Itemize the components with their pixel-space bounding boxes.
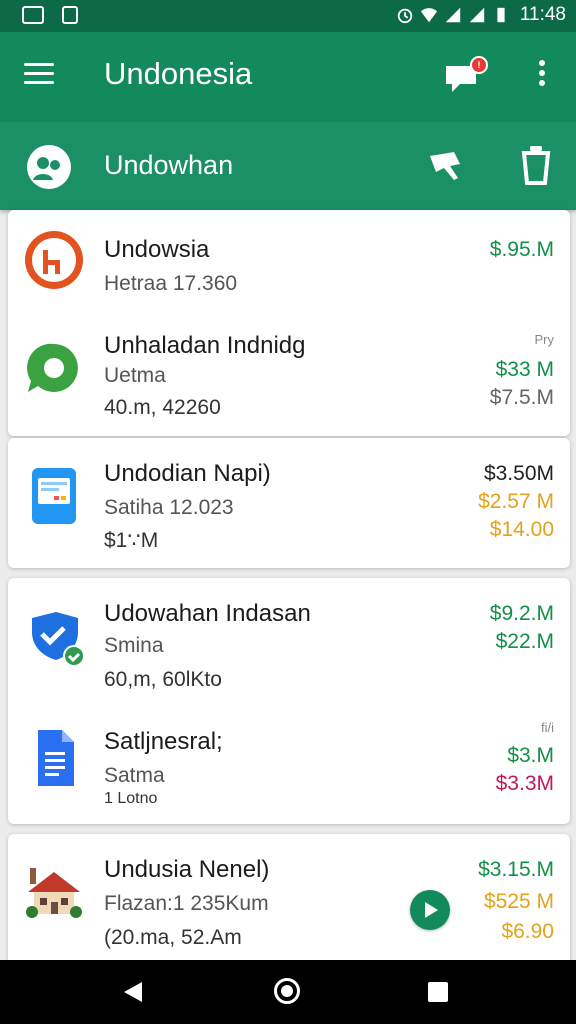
app-bar: Undonesia !	[0, 32, 576, 122]
account-icon[interactable]	[26, 144, 72, 190]
amount-label: fi/i	[541, 720, 554, 735]
play-button[interactable]	[410, 890, 450, 930]
more-options-button[interactable]	[530, 60, 554, 96]
transaction-card: Undowsia Hetraa 17.360 $.95.M Unhaladan …	[8, 210, 570, 436]
sim-icon	[62, 6, 78, 24]
play-icon	[425, 902, 438, 918]
item-amount: $6.90	[501, 920, 554, 943]
item-subtitle: Satma	[104, 764, 165, 787]
clock: 11:48	[519, 4, 566, 25]
item-amount: $3.15.M	[478, 858, 554, 881]
app-title: Undonesia	[104, 56, 253, 91]
transaction-card: Udowahan Indasan Smina 60,m, 60lKto $9.2…	[8, 578, 570, 824]
item-detail: (20.ma, 52.Am	[104, 926, 242, 949]
item-title: Satljnesral;	[104, 728, 223, 755]
item-amount: $33 M	[495, 358, 554, 381]
transaction-card: Undodian Napi) Satiha 12.023 $1∵M $3.50M…	[8, 438, 570, 568]
house-icon	[26, 868, 82, 918]
item-subtitle: Uetma	[104, 364, 166, 387]
item-detail: 60,m, 60lKto	[104, 668, 222, 691]
item-amount: $3.M	[507, 744, 554, 767]
account-bar: Undowhan	[0, 122, 576, 210]
item-amount: $14.00	[489, 518, 554, 541]
item-title: Undowsia	[104, 236, 210, 263]
battery-icon	[497, 7, 505, 23]
item-subtitle: Hetraa 17.360	[104, 272, 238, 295]
flag-icon[interactable]	[426, 146, 466, 186]
transaction-card: Undusia Nenel) Flazan:1 235Kum (20.ma, 5…	[8, 834, 570, 974]
item-title: Undodian Napi)	[104, 460, 271, 487]
amount-label: Pry	[534, 332, 555, 347]
item-amount: $3.50M	[483, 462, 554, 485]
item-subtitle: Satiha 12.023	[104, 496, 234, 519]
signal-icon	[469, 7, 485, 23]
item-detail: 1 Lotno	[104, 790, 158, 807]
item-amount: $3.3M	[495, 772, 554, 795]
item-amount: $22.M	[495, 630, 554, 653]
item-subtitle: Smina	[104, 634, 164, 657]
item-detail: $1∵M	[104, 529, 159, 552]
alarm-icon	[397, 8, 413, 24]
item-title: Unhaladan Indnidg	[104, 332, 306, 359]
item-amount: $7.5.M	[489, 386, 554, 409]
document-card-icon	[32, 468, 76, 524]
menu-button[interactable]	[24, 63, 58, 91]
signal-icon	[445, 7, 461, 23]
item-title: Udowahan Indasan	[104, 600, 311, 627]
item-amount: $.95.M	[489, 238, 554, 261]
account-name: Undowhan	[104, 150, 234, 180]
doc-file-icon	[38, 730, 74, 786]
trash-icon[interactable]	[518, 144, 554, 186]
notification-icon	[22, 6, 44, 24]
item-subtitle: Flazan:1 235Kum	[104, 892, 269, 915]
back-icon[interactable]	[122, 980, 144, 1004]
brand-logo-icon	[25, 231, 83, 289]
system-navigation-bar	[0, 960, 576, 1024]
chat-bubble-icon	[27, 343, 78, 392]
item-detail: 40.m, 42260	[104, 396, 221, 419]
item-amount: $525 M	[483, 890, 554, 913]
item-title: Undusia Nenel)	[104, 856, 270, 883]
recents-button[interactable]	[428, 982, 448, 1002]
status-bar: 11:48	[0, 0, 576, 32]
wifi-icon	[420, 8, 437, 23]
shield-check-icon	[32, 612, 84, 667]
home-button[interactable]	[274, 978, 300, 1004]
item-amount: $9.2.M	[489, 602, 554, 625]
item-amount: $2.57 M	[478, 490, 554, 513]
notification-badge: !	[470, 56, 488, 74]
